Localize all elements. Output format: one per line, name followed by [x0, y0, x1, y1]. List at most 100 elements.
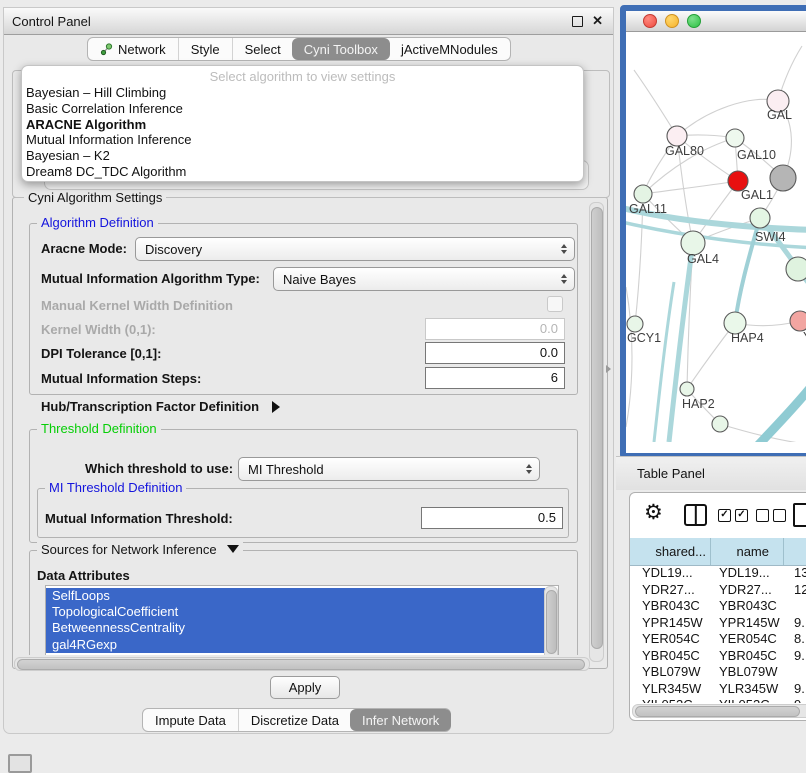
table-column-header-name[interactable]: name — [711, 538, 784, 565]
table-cell: YBR045C — [630, 648, 711, 665]
network-node[interactable] — [770, 165, 796, 191]
table-row[interactable]: YDL19...YDL19...13 — [630, 565, 806, 582]
algorithm-dropdown-placeholder: Select algorithm to view settings — [22, 69, 583, 85]
table-column-header-shared-[interactable]: shared... — [630, 538, 711, 565]
splitter-collapse-arrow-icon[interactable] — [606, 365, 611, 373]
dpi-tolerance-field[interactable]: 0.0 — [425, 342, 565, 364]
table-column-header-value[interactable] — [784, 538, 806, 565]
select-all-columns-button[interactable]: ✓ ✓ — [718, 509, 748, 522]
attribute-item-selfloops[interactable]: SelfLoops — [46, 588, 545, 604]
table-row[interactable]: YDR27...YDR27...12 — [630, 582, 806, 599]
tab-style[interactable]: Style — [178, 38, 232, 60]
settings-hscroll-thumb[interactable] — [17, 659, 585, 670]
minimize-traffic-light-icon[interactable] — [665, 14, 679, 28]
network-node-y[interactable] — [790, 311, 806, 331]
algorithm-option-basic-correlation-inference[interactable]: Basic Correlation Inference — [22, 101, 583, 117]
network-node[interactable] — [712, 416, 728, 432]
table-row[interactable]: YIL052CYIL052C9. — [630, 697, 806, 703]
zoom-traffic-light-icon[interactable] — [687, 14, 701, 28]
tab-network[interactable]: Network — [88, 38, 178, 60]
table-hscroll-thumb[interactable] — [635, 706, 800, 717]
network-node-label: GAL10 — [737, 148, 776, 162]
split-view-icon[interactable] — [684, 504, 707, 526]
network-node-swi4[interactable] — [750, 208, 770, 228]
bottom-tab-impute-data[interactable]: Impute Data — [143, 709, 238, 731]
table-panel-titlebar: Table Panel — [616, 456, 806, 490]
table-cell — [784, 664, 806, 681]
network-node-hap2[interactable] — [680, 382, 694, 396]
dpi-tolerance-label: DPI Tolerance [0,1]: — [41, 346, 161, 361]
table-cell: 13 — [784, 565, 806, 582]
algorithm-option-bayesian-hill-climbing[interactable]: Bayesian – Hill Climbing — [22, 85, 583, 101]
tab-select[interactable]: Select — [232, 38, 293, 60]
table-horizontal-scrollbar[interactable] — [632, 704, 806, 718]
hub-section-toggle[interactable]: Hub/Transcription Factor Definition — [41, 399, 280, 414]
network-node-gal10[interactable] — [726, 129, 744, 147]
tab-label: Style — [191, 42, 220, 57]
attribute-item-topologicalcoefficient[interactable]: TopologicalCoefficient — [46, 604, 545, 620]
export-table-icon[interactable] — [793, 503, 806, 527]
algorithm-dropdown-popup: Select algorithm to view settings Bayesi… — [21, 65, 584, 182]
apply-button[interactable]: Apply — [270, 676, 340, 699]
attribute-item-betweennesscentrality[interactable]: BetweennessCentrality — [46, 620, 545, 636]
bottom-tab-discretize-data[interactable]: Discretize Data — [238, 709, 351, 731]
algorithm-option-dream8-dc-tdc-algorithm[interactable]: Dream8 DC_TDC Algorithm — [22, 164, 583, 180]
tab-label: jActiveMNodules — [401, 42, 498, 57]
table-cell: 9. — [784, 615, 806, 632]
algorithm-option-aracne-algorithm[interactable]: ARACNE Algorithm — [22, 117, 583, 133]
settings-scroll-thumb[interactable] — [591, 207, 603, 649]
tab-cyni-toolbox[interactable]: Cyni Toolbox — [292, 38, 390, 60]
algorithm-option-bayesian-k2[interactable]: Bayesian – K2 — [22, 148, 583, 164]
network-node-label: GAL — [767, 108, 792, 122]
which-threshold-label: Which threshold to use: — [85, 461, 233, 476]
kernel-width-field[interactable]: 0.0 — [425, 318, 565, 340]
table-panel: ⚙ ✓ ✓ shared...name YDL19...YDL19...13YD… — [629, 492, 806, 721]
table-row[interactable]: YPR145WYPR145W9. — [630, 615, 806, 632]
table-row[interactable]: YBR043CYBR043C — [630, 598, 806, 615]
attribute-list-scrollbar[interactable] — [544, 586, 558, 655]
algorithm-option-mutual-information-inference[interactable]: Mutual Information Inference — [22, 132, 583, 148]
mi-threshold-label: Mutual Information Threshold: — [45, 511, 233, 526]
table-row[interactable]: YLR345WYLR345W9. — [630, 681, 806, 698]
sources-toggle[interactable]: Sources for Network Inference — [37, 542, 243, 557]
attribute-list: SelfLoopsTopologicalCoefficientBetweenne… — [45, 585, 559, 655]
network-nodes[interactable]: GALGAL80GAL10GAL1GAL11SWI4GAL4GCY1HAP4YH… — [627, 90, 806, 432]
table-cell: YER054C — [630, 631, 711, 648]
minimized-panel-icon[interactable] — [8, 754, 32, 773]
network-node-label: GAL80 — [665, 144, 704, 158]
network-node-gal11[interactable] — [634, 185, 652, 203]
which-threshold-combo[interactable]: MI Threshold — [238, 457, 540, 481]
table-row[interactable]: YBL079WYBL079W — [630, 664, 806, 681]
table-row[interactable]: YER054CYER054C8. — [630, 631, 806, 648]
tab-jactivemnodules[interactable]: jActiveMNodules — [389, 38, 510, 60]
deselect-all-columns-button[interactable] — [756, 509, 786, 522]
table-cell: 9. — [784, 648, 806, 665]
mi-steps-field[interactable]: 6 — [425, 367, 565, 389]
mi-threshold-field[interactable]: 0.5 — [421, 507, 563, 529]
attribute-list-scroll-thumb[interactable] — [546, 590, 557, 654]
settings-vertical-scrollbar[interactable] — [589, 202, 604, 662]
table-settings-button[interactable]: ⚙ — [644, 503, 663, 523]
network-node-gcy1[interactable] — [627, 316, 643, 332]
network-node-label: GCY1 — [627, 331, 661, 345]
network-node[interactable] — [786, 257, 806, 281]
close-icon[interactable]: ✕ — [592, 16, 603, 26]
hub-section-label: Hub/Transcription Factor Definition — [41, 399, 259, 414]
attribute-item-gal4rgexp[interactable]: gal4RGexp — [46, 637, 545, 653]
table-row[interactable]: YBR045CYBR045C9. — [630, 648, 806, 665]
aracne-mode-combo[interactable]: Discovery — [135, 237, 575, 261]
control-panel-title: Control Panel — [4, 14, 91, 29]
unchecked-checkbox-icon — [756, 509, 769, 522]
checked-checkbox-icon: ✓ — [735, 509, 748, 522]
close-traffic-light-icon[interactable] — [643, 14, 657, 28]
network-window-titlebar — [626, 11, 806, 32]
mi-algorithm-type-value: Naive Bayes — [283, 272, 356, 287]
float-window-icon[interactable] — [572, 16, 583, 27]
network-canvas[interactable]: GALGAL80GAL10GAL1GAL11SWI4GAL4GCY1HAP4YH… — [626, 32, 806, 442]
mi-algorithm-type-combo[interactable]: Naive Bayes — [273, 267, 575, 291]
aracne-mode-label: Aracne Mode: — [41, 241, 127, 256]
network-node-gal80[interactable] — [667, 126, 687, 146]
manual-kernel-width-checkbox[interactable] — [547, 296, 563, 312]
settings-horizontal-scrollbar[interactable] — [14, 657, 590, 671]
bottom-tab-infer-network[interactable]: Infer Network — [350, 709, 451, 731]
